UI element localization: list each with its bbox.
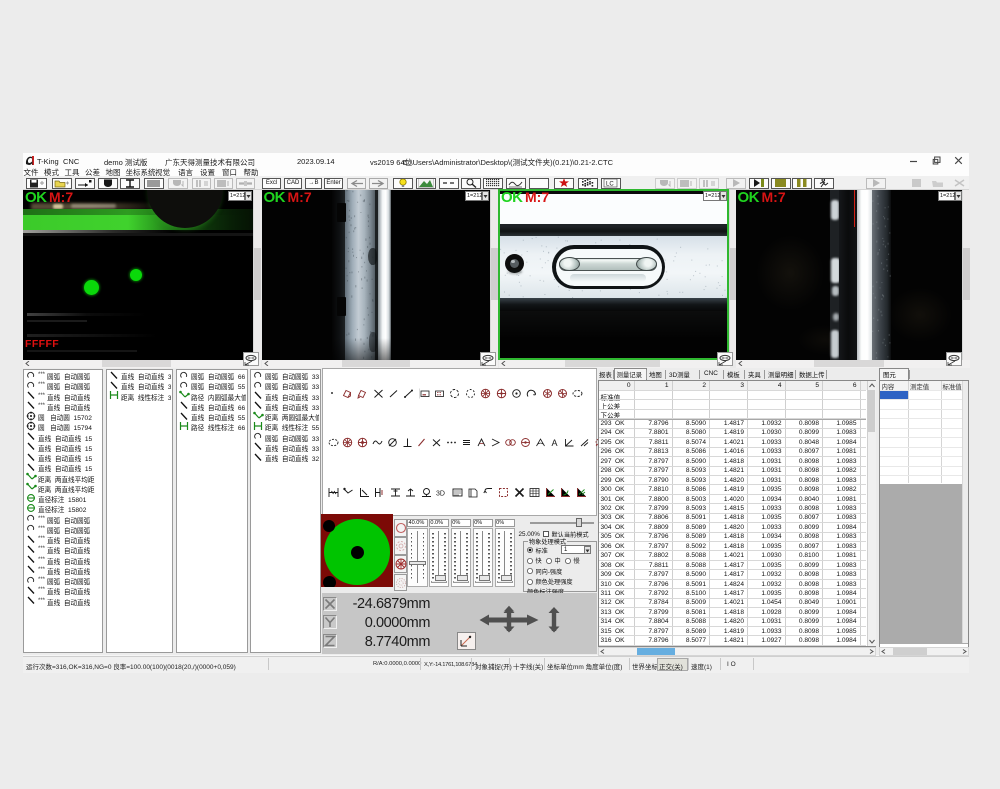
svg-text:3D: 3D [436,490,445,497]
svg-text:LC: LC [606,182,614,188]
svg-text:A: A [551,438,557,448]
